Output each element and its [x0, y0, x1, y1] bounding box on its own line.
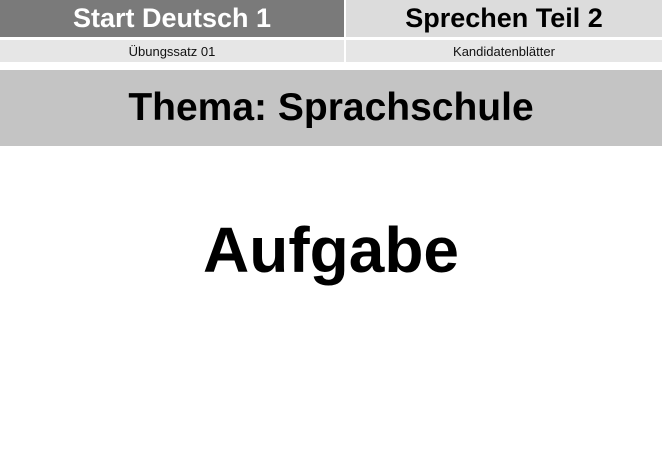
candidate-sheets-label: Kandidatenblätter: [453, 43, 555, 59]
exam-subheader: Übungssatz 01 Kandidatenblätter: [0, 40, 662, 62]
task-heading: Aufgabe: [203, 214, 459, 286]
theme-banner: Thema: Sprachschule: [0, 70, 662, 146]
exam-page: Start Deutsch 1 Sprechen Teil 2 Übungssa…: [0, 0, 662, 461]
exam-section-title: Sprechen Teil 2: [346, 0, 662, 37]
exam-header: Start Deutsch 1 Sprechen Teil 2: [0, 0, 662, 37]
exam-level-title: Start Deutsch 1: [0, 0, 346, 37]
practice-set-label: Übungssatz 01: [0, 40, 346, 62]
